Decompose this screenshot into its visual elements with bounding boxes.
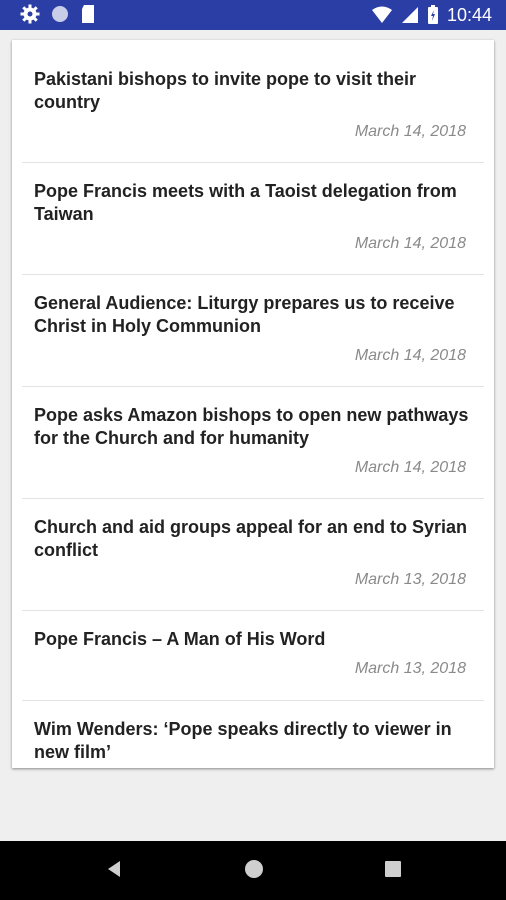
list-item[interactable]: Wim Wenders: ‘Pope speaks directly to vi… — [22, 701, 484, 768]
list-item[interactable]: Pakistani bishops to invite pope to visi… — [22, 40, 484, 163]
clock: 10:44 — [446, 5, 492, 25]
article-date: March 13, 2018 — [354, 571, 466, 588]
list-item[interactable]: Pope asks Amazon bishops to open new pat… — [22, 387, 484, 499]
article-date: March 14, 2018 — [354, 347, 466, 364]
battery-icon — [427, 5, 439, 25]
signal-icon — [401, 6, 419, 24]
wifi-icon — [371, 6, 393, 24]
article-title: Wim Wenders: ‘Pope speaks directly to vi… — [34, 719, 452, 762]
article-date: March 13, 2018 — [354, 660, 466, 677]
list-item[interactable]: Church and aid groups appeal for an end … — [22, 499, 484, 611]
list-item[interactable]: Pope Francis meets with a Taoist delegat… — [22, 163, 484, 275]
article-title: Pope Francis meets with a Taoist delegat… — [34, 181, 457, 224]
gear-icon — [20, 4, 40, 24]
article-list: Pakistani bishops to invite pope to visi… — [12, 40, 494, 768]
article-title: Pope Francis – A Man of His Word — [34, 629, 326, 649]
sd-card-icon — [80, 4, 96, 24]
list-item[interactable]: General Audience: Liturgy prepares us to… — [22, 275, 484, 387]
back-icon[interactable] — [105, 859, 123, 879]
article-title: Pakistani bishops to invite pope to visi… — [34, 69, 417, 112]
article-date: March 14, 2018 — [354, 123, 466, 140]
article-title: Church and aid groups appeal for an end … — [34, 517, 468, 560]
recents-icon[interactable] — [384, 859, 402, 879]
article-title: Pope asks Amazon bishops to open new pat… — [34, 405, 469, 448]
circle-icon — [50, 4, 70, 24]
article-title: General Audience: Liturgy prepares us to… — [34, 293, 455, 336]
article-date: March 14, 2018 — [354, 235, 466, 252]
navigation-bar — [0, 841, 506, 900]
home-icon[interactable] — [244, 859, 264, 879]
list-item[interactable]: Pope Francis – A Man of His Word March 1… — [22, 611, 484, 701]
article-date: March 14, 2018 — [354, 459, 466, 476]
status-bar: 10:44 — [0, 0, 506, 30]
